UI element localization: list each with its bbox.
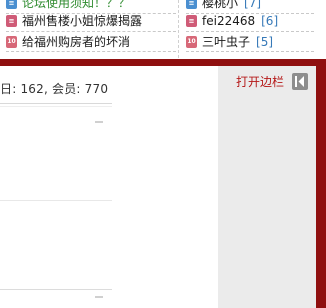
post-count: [6] [261,14,279,28]
divider [186,31,314,32]
section-border [0,106,112,107]
expand-sidebar-icon[interactable] [292,73,308,90]
user-name[interactable]: 三叶虫子 [202,35,250,49]
user-name[interactable]: fei22468 [202,14,255,28]
doc-pink-icon: ≡ [6,15,17,27]
post-count: [7] [244,0,262,10]
doc-pink-icon: ≡ [186,15,197,27]
doc-blue-icon: ≡ [6,0,17,9]
thread-title[interactable]: 论坛使用须知！？？ [22,0,130,12]
page-edge-bar [316,59,326,308]
hot-threads-box: ≡ 论坛使用须知！？？ ≡ 福州售楼小姐惊爆揭露 10 给福州购房者的坏消 ≡ … [0,0,326,58]
user-entry: 樱桃小 [7] [202,0,261,12]
section-border [0,200,112,201]
divider [6,31,176,32]
collapse-marker[interactable] [95,296,103,298]
collapse-marker[interactable] [95,121,103,123]
user-entry: fei22468 [6] [202,12,278,30]
thread-title[interactable]: 给福州购房者的坏消 [22,33,130,51]
forum-stats: 日: 162, 会员: 770 [0,82,109,96]
column-separator [178,0,179,58]
user-name[interactable]: 樱桃小 [202,0,238,10]
header-divider-bar [0,59,326,66]
number-10-icon: 10 [186,36,197,48]
user-item[interactable]: ≡ 樱桃小 [7] [186,0,316,12]
thread-title[interactable]: 福州售楼小姐惊爆揭露 [22,12,142,30]
thread-item[interactable]: ≡ 福州售楼小姐惊爆揭露 [6,12,176,30]
user-entry: 三叶虫子 [5] [202,33,273,51]
section-border [0,289,112,290]
number-10-icon: 10 [6,36,17,48]
thread-item[interactable]: 10 给福州购房者的坏消 [6,33,176,51]
section-border [0,103,112,104]
user-item[interactable]: ≡ fei22468 [6] [186,12,316,30]
sidebar-panel [218,66,316,308]
divider [186,51,314,52]
doc-blue-icon: ≡ [186,0,197,9]
divider [6,51,176,52]
post-count: [5] [256,35,274,49]
user-item[interactable]: 10 三叶虫子 [5] [186,33,316,51]
open-sidebar-link[interactable]: 打开边栏 [236,73,284,90]
thread-item[interactable]: ≡ 论坛使用须知！？？ [6,0,176,12]
